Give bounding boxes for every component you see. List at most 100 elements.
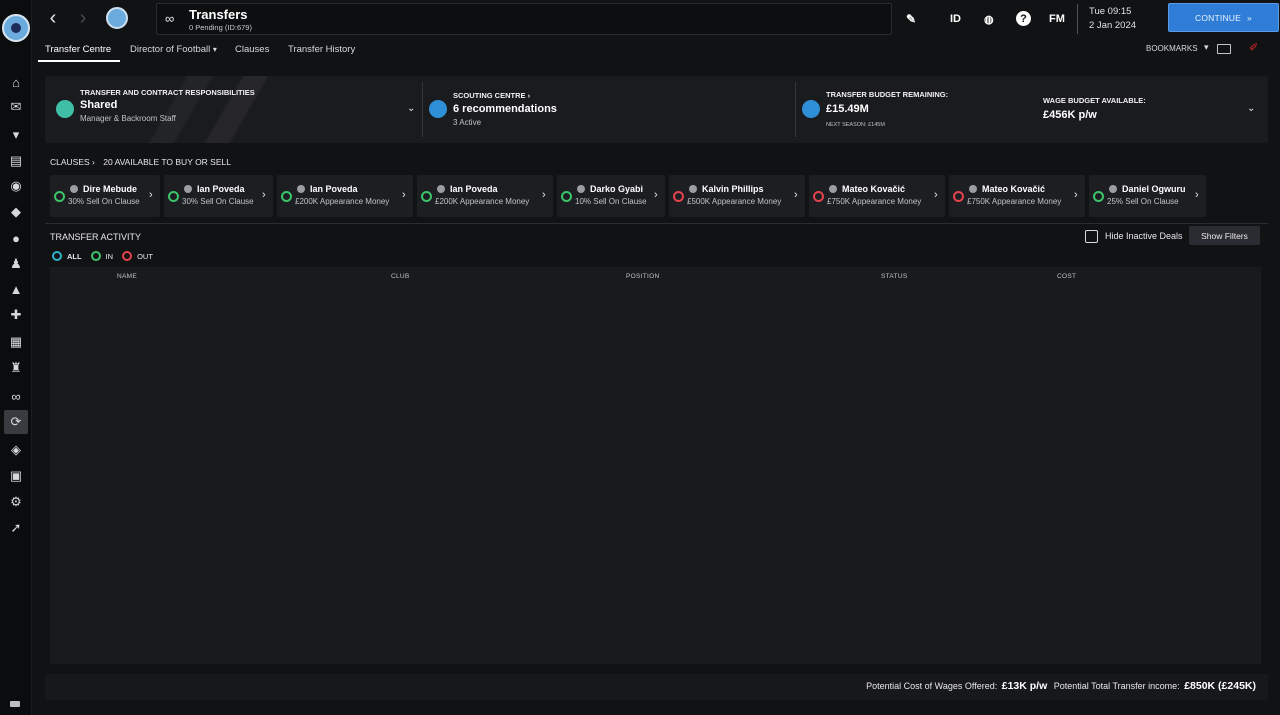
income-value: £850K (£245K)	[1184, 680, 1256, 692]
continue-button[interactable]: CONTINUE »	[1168, 3, 1279, 32]
analytics-icon[interactable]: ➚	[6, 518, 26, 538]
edit-red-pen-icon[interactable]: ✐	[1249, 41, 1258, 54]
finances-icon[interactable]: ▣	[6, 466, 26, 486]
help-icon[interactable]: ?	[1016, 11, 1031, 26]
medical-icon[interactable]: ✚	[6, 305, 26, 325]
clause-player-name: Ian Poveda	[450, 184, 498, 194]
scouting-icon[interactable]: ∞	[6, 386, 26, 406]
filter-in-label: IN	[105, 251, 114, 261]
swap-out-icon	[953, 191, 964, 202]
footer-summary: Potential Cost of Wages Offered: £13K p/…	[866, 680, 1260, 692]
clause-player-name: Ian Poveda	[310, 184, 358, 194]
back-arrow-icon[interactable]: ‹	[43, 6, 63, 30]
clauses-header[interactable]: CLAUSES › 20 AVAILABLE TO BUY OR SELL	[50, 157, 231, 167]
chevron-right-icon: ›	[1195, 189, 1199, 201]
income-label: Potential Total Transfer income:	[1053, 681, 1180, 691]
responsibilities-section[interactable]: TRANSFER AND CONTRACT RESPONSIBILITIES S…	[45, 76, 422, 143]
dof-icon[interactable]: ⚙	[6, 492, 26, 512]
column-header-club[interactable]: CLUB	[391, 273, 410, 280]
tab-transfer-history[interactable]: Transfer History	[288, 44, 355, 55]
clause-card[interactable]: Dire Mebude 30% Sell On Clause ›	[50, 175, 160, 217]
filter-all[interactable]: ALL	[52, 251, 82, 261]
clause-card[interactable]: Daniel Ogwuru 25% Sell On Clause ›	[1089, 175, 1206, 217]
wage-label: WAGE BUDGET AVAILABLE:	[1043, 96, 1146, 105]
game-time: Tue 09:15	[1089, 6, 1132, 17]
clause-card[interactable]: Kalvin Phillips £500K Appearance Money ›	[669, 175, 805, 217]
clause-detail: £200K Appearance Money	[435, 197, 530, 206]
filter-all-label: ALL	[67, 251, 82, 261]
column-header-status[interactable]: STATUS	[881, 273, 907, 280]
club-vision-icon[interactable]: ▲	[6, 279, 26, 299]
budget-next-season: NEXT SEASON: £145M	[826, 122, 885, 128]
chevron-down-icon[interactable]: ▾	[1204, 42, 1209, 53]
bookmarks-button[interactable]: BOOKMARKS	[1146, 44, 1198, 53]
player-avatar-icon	[1109, 185, 1117, 193]
inbox-icon[interactable]: ✉	[6, 97, 26, 117]
forward-arrow-icon[interactable]: ›	[73, 6, 93, 30]
training-icon[interactable]: ◆	[6, 202, 26, 222]
player-avatar-icon	[829, 185, 837, 193]
squad-icon[interactable]: ▾	[6, 125, 26, 145]
data-hub-icon[interactable]: ◉	[6, 176, 26, 196]
dev-centre-icon[interactable]: ●	[6, 228, 26, 248]
swap-in-icon	[168, 191, 179, 202]
tactics-icon[interactable]: ▤	[6, 151, 26, 171]
clause-card[interactable]: Ian Poveda £200K Appearance Money ›	[277, 175, 413, 217]
clause-player-name: Mateo Kovačić	[982, 184, 1046, 194]
club-crest-icon[interactable]	[106, 7, 128, 29]
player-avatar-icon	[437, 185, 445, 193]
column-header-position[interactable]: POSITION	[626, 273, 659, 280]
wages-value: £13K p/w	[1001, 680, 1048, 692]
swap-in-icon	[54, 191, 65, 202]
settings-icon[interactable]	[10, 701, 20, 707]
hide-inactive-checkbox[interactable]	[1085, 229, 1098, 243]
clause-card[interactable]: Ian Poveda £200K Appearance Money ›	[417, 175, 553, 217]
chevron-down-icon[interactable]: ⌄	[407, 103, 415, 114]
chevron-down-icon[interactable]: ⌄	[1247, 103, 1255, 114]
show-filters-button[interactable]: Show Filters	[1189, 226, 1260, 245]
player-avatar-icon	[297, 185, 305, 193]
clause-card[interactable]: Ian Poveda 30% Sell On Clause ›	[164, 175, 273, 217]
summary-footer: Potential Cost of Wages Offered: £13K p/…	[45, 674, 1268, 700]
club-info-icon[interactable]: ◈	[6, 440, 26, 460]
edit-pencil-icon[interactable]: ✎	[906, 10, 916, 28]
club-badge-icon[interactable]	[2, 14, 30, 42]
competitions-icon[interactable]: ♜	[6, 358, 26, 378]
binoculars-icon: ∞	[165, 11, 175, 26]
budget-label: TRANSFER BUDGET REMAINING:	[826, 90, 949, 99]
filter-out-label: OUT	[137, 251, 153, 261]
column-header-cost[interactable]: COST	[1057, 273, 1076, 280]
responsibilities-detail: Manager & Backroom Staff	[80, 114, 176, 123]
double-chevron-right-icon: »	[1247, 12, 1252, 23]
tab-transfer-centre[interactable]: Transfer Centre	[45, 44, 111, 55]
clause-player-name: Kalvin Phillips	[702, 184, 764, 194]
hide-inactive-toggle[interactable]: Hide Inactive Deals	[1085, 229, 1183, 243]
scouting-section[interactable]: SCOUTING CENTRE › 6 recommendations 3 Ac…	[423, 76, 795, 143]
top-bar: ‹ › ∞ Transfers 0 Pending (ID:679) ✎ ID …	[32, 0, 1280, 38]
schedule-icon[interactable]: ▦	[6, 332, 26, 352]
filter-out[interactable]: OUT	[122, 251, 153, 261]
staff-icon[interactable]: ♟	[6, 254, 26, 274]
world-icon[interactable]: ◍	[984, 10, 994, 28]
player-avatar-icon	[689, 185, 697, 193]
id-icon[interactable]: ID	[950, 10, 961, 28]
wage-value: £456K p/w	[1043, 109, 1097, 121]
game-date[interactable]: Tue 09:15 2 Jan 2024	[1077, 4, 1153, 34]
budget-section[interactable]: TRANSFER BUDGET REMAINING: £15.49M NEXT …	[796, 76, 1268, 143]
transfers-icon[interactable]: ⟳	[4, 410, 28, 434]
tab-clauses[interactable]: Clauses	[235, 44, 269, 55]
fm-menu-icon[interactable]: FM	[1049, 10, 1065, 28]
home-icon[interactable]: ⌂	[6, 72, 26, 92]
swap-in-icon	[90, 251, 101, 261]
clause-player-name: Dire Mebude	[83, 184, 138, 194]
filter-in[interactable]: IN	[90, 251, 114, 261]
swap-in-icon	[561, 191, 572, 202]
clause-card[interactable]: Mateo Kovačić £750K Appearance Money ›	[949, 175, 1085, 217]
column-header-name[interactable]: NAME	[117, 273, 137, 280]
clause-detail: £750K Appearance Money	[967, 197, 1062, 206]
screen-icon[interactable]	[1217, 44, 1231, 54]
tab-director-of-football[interactable]: Director of Football ▾	[130, 44, 217, 55]
clause-card[interactable]: Darko Gyabi 10% Sell On Clause ›	[557, 175, 665, 217]
clause-card[interactable]: Mateo Kovačić £750K Appearance Money ›	[809, 175, 945, 217]
tab-director-label: Director of Football	[130, 44, 211, 55]
